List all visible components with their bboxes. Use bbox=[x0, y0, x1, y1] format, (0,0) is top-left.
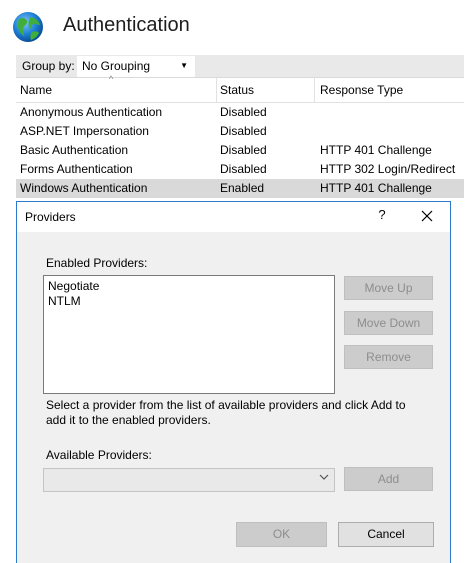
dropdown-arrow-icon: ▼ bbox=[180, 61, 188, 70]
column-divider[interactable] bbox=[314, 78, 315, 102]
remove-button[interactable]: Remove bbox=[344, 345, 433, 369]
column-header-name[interactable]: Name bbox=[20, 83, 52, 97]
dialog-title: Providers bbox=[25, 210, 76, 224]
enabled-providers-label: Enabled Providers: bbox=[46, 256, 148, 270]
grouping-toolbar: Group by: No Grouping ▼ bbox=[16, 55, 464, 78]
move-down-button[interactable]: Move Down bbox=[344, 311, 433, 335]
providers-dialog: Providers ? Enabled Providers: Negotiate… bbox=[16, 201, 451, 563]
ok-button[interactable]: OK bbox=[236, 522, 327, 547]
cell-response-type: HTTP 302 Login/Redirect bbox=[320, 162, 456, 176]
globe-icon bbox=[13, 12, 43, 42]
dialog-titlebar[interactable]: Providers ? bbox=[17, 202, 450, 232]
cell-status: Disabled bbox=[220, 124, 267, 138]
cell-status: Disabled bbox=[220, 162, 267, 176]
table-row[interactable]: Anonymous Authentication Disabled bbox=[16, 103, 464, 122]
page-title: Authentication bbox=[63, 14, 190, 36]
cell-name: Windows Authentication bbox=[20, 181, 148, 195]
available-providers-dropdown[interactable] bbox=[43, 468, 335, 492]
move-up-button[interactable]: Move Up bbox=[344, 276, 433, 300]
column-header-status[interactable]: Status bbox=[220, 83, 254, 97]
cell-response-type: HTTP 401 Challenge bbox=[320, 143, 432, 157]
help-button[interactable]: ? bbox=[375, 207, 389, 222]
list-item-negotiate[interactable]: Negotiate bbox=[48, 279, 99, 293]
cell-name: Basic Authentication bbox=[20, 143, 129, 157]
column-divider[interactable] bbox=[216, 78, 217, 102]
features-grid: ^ Name Status Response Type Anonymous Au… bbox=[16, 74, 464, 198]
column-header-response-type[interactable]: Response Type bbox=[320, 83, 403, 97]
table-row[interactable]: Basic Authentication Disabled HTTP 401 C… bbox=[16, 141, 464, 160]
cell-status: Enabled bbox=[220, 181, 265, 195]
chevron-down-icon bbox=[319, 474, 329, 480]
list-item-ntlm[interactable]: NTLM bbox=[48, 294, 81, 308]
cell-status: Disabled bbox=[220, 105, 267, 119]
table-row[interactable]: Forms Authentication Disabled HTTP 302 L… bbox=[16, 160, 464, 179]
cell-name: ASP.NET Impersonation bbox=[20, 124, 149, 138]
close-icon[interactable] bbox=[418, 207, 436, 225]
group-by-label: Group by: bbox=[22, 59, 75, 73]
iis-authentication-page: Authentication Group by: No Grouping ▼ ^… bbox=[0, 0, 465, 563]
available-providers-label: Available Providers: bbox=[46, 448, 152, 462]
group-by-value: No Grouping bbox=[82, 59, 151, 73]
instruction-text: Select a provider from the list of avail… bbox=[46, 398, 406, 427]
cell-name: Anonymous Authentication bbox=[20, 105, 163, 119]
cell-name: Forms Authentication bbox=[20, 162, 133, 176]
cancel-button[interactable]: Cancel bbox=[338, 522, 434, 547]
table-row[interactable]: ASP.NET Impersonation Disabled bbox=[16, 122, 464, 141]
enabled-providers-list[interactable]: Negotiate NTLM bbox=[43, 275, 335, 394]
add-button[interactable]: Add bbox=[344, 467, 433, 491]
cell-status: Disabled bbox=[220, 143, 267, 157]
cell-response-type: HTTP 401 Challenge bbox=[320, 181, 432, 195]
sort-caret-icon: ^ bbox=[109, 74, 114, 84]
group-by-dropdown[interactable]: No Grouping ▼ bbox=[77, 56, 195, 77]
table-row-selected[interactable]: Windows Authentication Enabled HTTP 401 … bbox=[16, 179, 464, 198]
grid-header: ^ Name Status Response Type bbox=[16, 74, 464, 103]
